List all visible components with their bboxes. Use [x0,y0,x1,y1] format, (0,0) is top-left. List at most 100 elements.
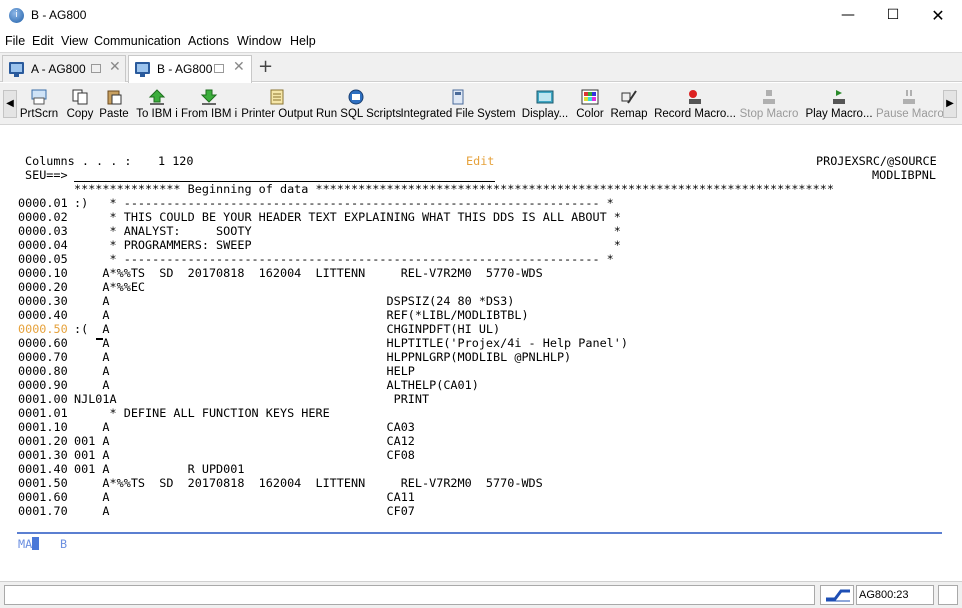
sequence-number[interactable]: 0000.10 [18,266,68,280]
source-line[interactable]: * ANALYST: SOOTY * [74,224,621,238]
stop-macro-button[interactable]: Stop Macro [739,87,799,123]
sequence-number[interactable]: 0000.40 [18,308,68,322]
color-button[interactable]: Color [574,87,606,123]
copy-icon [72,89,88,105]
sequence-number[interactable]: 0001.50 [18,476,68,490]
integrated-file-system-button[interactable]: Integrated File System [400,87,516,123]
source-line[interactable]: A HELP [74,364,415,378]
remap-button[interactable]: Remap [610,87,648,123]
source-line[interactable]: A*%%TS SD 20170818 162004 LITTENN REL-V7… [74,476,542,490]
paste-button[interactable]: Paste [98,87,130,123]
status-message [4,585,815,605]
copy-button[interactable]: Copy [64,87,96,123]
record-macro-button[interactable]: Record Macro... [654,87,736,123]
app-icon: i [9,8,24,23]
resize-grip-icon[interactable] [938,585,958,605]
source-line[interactable]: * DEFINE ALL FUNCTION KEYS HERE [74,406,330,420]
tool-label: Integrated File System [400,108,516,120]
source-line[interactable]: 001 A CF08 [74,448,415,462]
columns-label: Columns . . . : [25,154,132,168]
float-tab-icon[interactable] [214,64,224,73]
source-line[interactable]: * PROGRAMMERS: SWEEP * [74,238,621,252]
menu-help[interactable]: Help [290,34,316,48]
source-line[interactable]: A REF(*LIBL/MODLIBTBL) [74,308,528,322]
sequence-number[interactable]: 0000.03 [18,224,68,238]
menu-file[interactable]: File [5,34,25,48]
session-indicator: AG800:23 [856,585,934,605]
tab-session-b[interactable]: B - AG800 ✕ [128,55,252,83]
sequence-number[interactable]: 0000.70 [18,350,68,364]
source-line[interactable]: * --------------------------------------… [74,252,614,266]
sequence-number[interactable]: 0001.10 [18,420,68,434]
sequence-number[interactable]: 0001.60 [18,490,68,504]
close-button[interactable]: ✕ [915,0,961,31]
sequence-number[interactable]: 0001.01 [18,406,68,420]
menu-view[interactable]: View [61,34,88,48]
source-line[interactable]: 001 A R UPD001 [74,462,244,476]
source-line[interactable]: A HLPPNLGRP(MODLIBL @PNLHLP) [74,350,571,364]
status-bar: AG800:23 [0,581,962,608]
sequence-number[interactable]: 0000.01 [18,196,68,210]
sequence-number[interactable]: 0000.04 [18,238,68,252]
tab-label: A - AG800 [31,62,86,76]
tool-label: Run SQL Scripts [316,108,402,120]
display-button[interactable]: Display... [519,87,571,123]
sequence-number[interactable]: 0001.30 [18,448,68,462]
tool-label: Display... [521,108,569,120]
tool-label: Color [576,108,604,120]
toolbar-scroll-right-button[interactable]: ▶ [943,90,957,118]
pause-macro-icon [903,90,915,104]
window-title: B - AG800 [31,8,87,22]
source-line[interactable]: A CA03 [74,420,415,434]
pause-macro-button[interactable]: Pause Macro [876,87,944,123]
sequence-number[interactable]: 0000.20 [18,280,68,294]
menu-communication[interactable]: Communication [94,34,181,48]
source-line[interactable]: A CA11 [74,490,415,504]
sequence-number[interactable]: 0000.90 [18,378,68,392]
session-tab-bar: A - AG800 ✕ B - AG800 ✕ + [0,52,962,83]
seu-prompt: SEU==> [25,168,68,182]
connection-status-icon [820,585,854,605]
maximize-button[interactable]: ☐ [870,0,916,31]
tab-session-a[interactable]: A - AG800 ✕ [2,55,126,82]
sequence-number[interactable]: 0001.20 [18,434,68,448]
sequence-number[interactable]: 0000.05 [18,252,68,266]
source-line[interactable]: A HLPTITLE('Projex/4i - Help Panel') [74,336,628,350]
sequence-number[interactable]: 0000.80 [18,364,68,378]
toolbar-scroll-left-button[interactable]: ◀ [3,90,17,118]
float-tab-icon[interactable] [91,64,101,73]
menu-edit[interactable]: Edit [32,34,54,48]
source-line[interactable]: A ALTHELP(CA01) [74,378,478,392]
source-line[interactable]: A*%%EC [74,280,145,294]
source-line[interactable]: NJL01A PRINT [74,392,429,406]
source-line[interactable]: A CF07 [74,504,415,518]
sequence-number[interactable]: 0000.30 [18,294,68,308]
printer-output-button[interactable]: Printer Output [240,87,314,123]
menu-window[interactable]: Window [237,34,281,48]
prtscrn-button[interactable]: PrtScrn [19,87,59,123]
source-line[interactable]: * THIS COULD BE YOUR HEADER TEXT EXPLAIN… [74,210,621,224]
source-line[interactable]: A*%%TS SD 20170818 162004 LITTENN REL-V7… [74,266,542,280]
to-ibm-i-button[interactable]: To IBM i [135,87,179,123]
source-line[interactable]: :( A CHGINPDFT(HI UL) [74,322,500,336]
terminal-screen[interactable]: Columns . . . : 1 120 Edit PROJEXSRC/@SO… [0,126,962,581]
sequence-number[interactable]: 0000.02 [18,210,68,224]
sequence-number[interactable]: 0000.60 [18,336,68,350]
play-macro-button[interactable]: Play Macro... [805,87,873,123]
sequence-number[interactable]: 0001.70 [18,504,68,518]
sequence-number[interactable]: 0001.40 [18,462,68,476]
source-line[interactable]: A DSPSIZ(24 80 *DS3) [74,294,514,308]
sequence-number[interactable]: 0000.50 [18,322,68,336]
menu-actions[interactable]: Actions [188,34,229,48]
source-line[interactable]: :) * -----------------------------------… [74,196,614,210]
close-tab-icon[interactable]: ✕ [109,59,121,75]
new-tab-button[interactable]: + [258,56,273,77]
from-ibm-i-button[interactable]: From IBM i [181,87,237,123]
oia-status-right: B [60,537,68,551]
minimize-button[interactable]: — [825,0,871,31]
sequence-number[interactable]: 0001.00 [18,392,68,406]
run-sql-scripts-button[interactable]: Run SQL Scripts [316,87,402,123]
source-line[interactable]: 001 A CA12 [74,434,415,448]
close-tab-icon[interactable]: ✕ [233,59,245,75]
print-screen-icon [31,89,47,105]
